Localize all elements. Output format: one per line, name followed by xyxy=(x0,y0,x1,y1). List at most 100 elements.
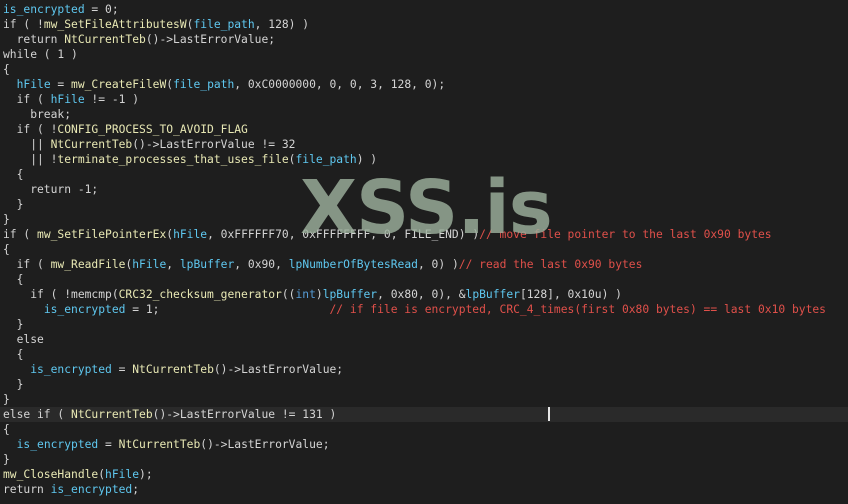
code-token-plain: (( xyxy=(281,288,296,301)
code-token-func: mw_CloseHandle xyxy=(3,468,99,481)
code-token-plain: ()->LastErrorValue; xyxy=(200,438,330,451)
code-token-plain: if ( ! xyxy=(3,18,44,31)
code-token-func: CONFIG_PROCESS_TO_AVOID_FLAG xyxy=(57,123,248,136)
code-line[interactable]: } xyxy=(0,392,848,407)
code-token-cmt: // read the last 0x90 bytes xyxy=(458,258,643,271)
code-line[interactable]: } xyxy=(0,317,848,332)
code-line[interactable]: return NtCurrentTeb()->LastErrorValue; xyxy=(0,32,848,47)
code-token-plain: ; xyxy=(132,483,140,496)
code-token-plain: } xyxy=(3,198,24,211)
code-token-plain: return -1; xyxy=(3,183,99,196)
code-line[interactable]: { xyxy=(0,167,848,182)
code-token-plain: if ( !memcmp( xyxy=(3,288,119,301)
code-line[interactable]: if ( !CONFIG_PROCESS_TO_AVOID_FLAG xyxy=(0,122,848,137)
code-token-plain: { xyxy=(3,348,24,361)
code-token-var: is_encrypted xyxy=(30,363,112,376)
code-line[interactable]: if ( mw_ReadFile(hFile, lpBuffer, 0x90, … xyxy=(0,257,848,272)
code-line[interactable]: { xyxy=(0,272,848,287)
code-token-plain: ( xyxy=(98,468,106,481)
code-line[interactable]: if ( mw_SetFilePointerEx(hFile, 0xFFFFFF… xyxy=(0,227,848,242)
code-line[interactable]: { xyxy=(0,422,848,437)
code-line[interactable]: if ( !mw_SetFileAttributesW(file_path, 1… xyxy=(0,17,848,32)
code-token-plain: , 0x90, xyxy=(234,258,289,271)
code-token-plain: } xyxy=(3,393,10,406)
code-token-func: CRC32_checksum_generator xyxy=(118,288,282,301)
code-token-plain: } xyxy=(3,318,24,331)
code-token-plain: , 0xC0000000, 0, 0, 3, 128, 0); xyxy=(234,78,446,91)
code-line[interactable]: else if ( NtCurrentTeb()->LastErrorValue… xyxy=(0,407,848,422)
code-line[interactable]: while ( 1 ) xyxy=(0,47,848,62)
code-token-plain: else xyxy=(3,333,44,346)
code-line[interactable]: return -1; xyxy=(0,182,848,197)
code-token-plain: = 0; xyxy=(84,3,119,16)
code-token-plain: , xyxy=(166,258,180,271)
code-line[interactable]: } xyxy=(0,377,848,392)
code-line[interactable]: || !terminate_processes_that_uses_file(f… xyxy=(0,152,848,167)
code-token-plain: [128], 0x10u) ) xyxy=(519,288,622,301)
code-line[interactable]: else xyxy=(0,332,848,347)
code-line[interactable]: } xyxy=(0,452,848,467)
code-token-plain: } xyxy=(3,213,10,226)
code-line[interactable]: { xyxy=(0,347,848,362)
code-token-plain: ) ) xyxy=(356,153,378,166)
code-line[interactable]: } xyxy=(0,212,848,227)
code-token-func: mw_CreateFileW xyxy=(71,78,167,91)
code-token-cmt: // move file pointer to the last 0x90 by… xyxy=(479,228,772,241)
code-token-plain: { xyxy=(3,168,24,181)
code-line[interactable]: is_encrypted = NtCurrentTeb()->LastError… xyxy=(0,362,848,377)
code-token-plain: } xyxy=(3,378,24,391)
code-line[interactable]: if ( !memcmp(CRC32_checksum_generator((i… xyxy=(0,287,848,302)
code-token-func: mw_SetFileAttributesW xyxy=(43,18,187,31)
code-line[interactable]: return is_encrypted; xyxy=(0,482,848,497)
code-token-func: NtCurrentTeb xyxy=(118,438,201,451)
code-line[interactable]: mw_CloseHandle(hFile); xyxy=(0,467,848,482)
code-token-plain: ()->LastErrorValue; xyxy=(145,33,276,46)
code-token-func: NtCurrentTeb xyxy=(50,138,133,151)
code-line[interactable]: if ( hFile != -1 ) xyxy=(0,92,848,107)
code-line[interactable]: } xyxy=(0,197,848,212)
code-token-plain: if ( xyxy=(3,258,51,271)
code-token-var: lpBuffer xyxy=(179,258,235,271)
code-line[interactable]: || NtCurrentTeb()->LastErrorValue != 32 xyxy=(0,137,848,152)
code-editor[interactable]: is_encrypted = 0; if ( !mw_SetFileAttribu… xyxy=(0,2,848,497)
code-token-plain: , 0xFFFFFF70, 0xFFFFFFFF, 0, FILE_END) ) xyxy=(207,228,480,241)
code-token-var: lpBuffer xyxy=(322,288,378,301)
code-token-plain: || ! xyxy=(3,153,58,166)
code-token-var: hFile xyxy=(50,93,85,106)
code-token-plain: { xyxy=(3,423,10,436)
code-token-var: lpBuffer xyxy=(465,288,520,301)
code-token-var: is_encrypted xyxy=(3,3,85,16)
code-token-func: terminate_processes_that_uses_file xyxy=(57,153,289,166)
code-line[interactable]: { xyxy=(0,62,848,77)
code-token-plain: || xyxy=(3,138,51,151)
code-line[interactable]: is_encrypted = NtCurrentTeb()->LastError… xyxy=(0,437,848,452)
code-token-plain: while ( 1 ) xyxy=(3,48,78,61)
text-cursor xyxy=(548,407,550,421)
code-line[interactable]: is_encrypted = 1; // if file is encrypte… xyxy=(0,302,848,317)
code-token-plain: break; xyxy=(3,108,72,121)
code-token-plain: if ( ! xyxy=(3,123,58,136)
code-line[interactable]: break; xyxy=(0,107,848,122)
code-line[interactable]: is_encrypted = 0; xyxy=(0,2,848,17)
code-token-plain: { xyxy=(3,273,24,286)
code-token-plain: , 0) ) xyxy=(417,258,459,271)
code-token-plain: } xyxy=(3,453,10,466)
code-token-var: hFile xyxy=(16,78,51,91)
code-token-kw: int xyxy=(295,288,316,301)
code-token-var: is_encrypted xyxy=(43,303,126,316)
code-line[interactable]: hFile = mw_CreateFileW(file_path, 0xC000… xyxy=(0,77,848,92)
code-token-plain: ()->LastErrorValue; xyxy=(213,363,344,376)
code-token-plain: ) xyxy=(315,288,323,301)
code-line[interactable]: { xyxy=(0,242,848,257)
code-token-var: file_path xyxy=(193,18,255,31)
code-token-plain: ); xyxy=(139,468,153,481)
code-token-cmt: // if file is encrypted, CRC_4_times(fir… xyxy=(329,303,826,316)
code-token-plain: , 128) ) xyxy=(254,18,310,31)
code-token-plain: ()->LastErrorValue != 32 xyxy=(132,138,296,151)
code-token-func: NtCurrentTeb xyxy=(132,363,214,376)
code-token-plain: , 0x80, 0), & xyxy=(377,288,466,301)
code-token-plain: return xyxy=(3,483,51,496)
